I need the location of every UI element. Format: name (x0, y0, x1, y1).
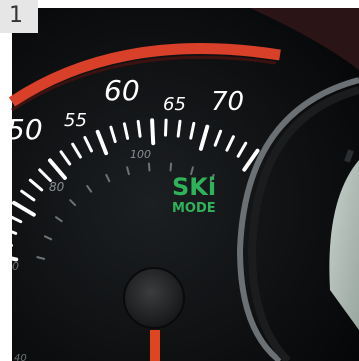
inner-tick-mark (169, 162, 173, 172)
needle-hub (123, 267, 185, 329)
inner-tick-mark (147, 162, 151, 172)
tick-mark (164, 118, 168, 137)
label-100: 100 (130, 148, 151, 161)
label-50: 50 (7, 113, 43, 146)
figure-number: 1 (9, 3, 23, 28)
ski-mode-indicator-subtitle: MODE (172, 201, 216, 216)
needle (150, 330, 160, 361)
label-70: 70 (211, 87, 244, 117)
tick-mark (150, 118, 156, 146)
ski-mode-indicator-title: SKi (172, 173, 216, 201)
speedometer-dial: 60 70 50 55 65 80 100 0 40 SKi MODE (0, 0, 359, 361)
tick-mark (136, 119, 142, 138)
label-80: 80 (49, 180, 65, 194)
label-edge: 0 (12, 260, 19, 273)
instrument-cluster-photo: 60 70 50 55 65 80 100 0 40 SKi MODE 1 (0, 0, 359, 361)
label-60: 60 (104, 74, 140, 107)
figure-number-badge: 1 (0, 0, 38, 33)
label-55: 55 (64, 110, 87, 131)
label-bottom-edge: 40 (14, 353, 27, 361)
tick-mark (176, 119, 182, 138)
label-65: 65 (163, 94, 186, 115)
